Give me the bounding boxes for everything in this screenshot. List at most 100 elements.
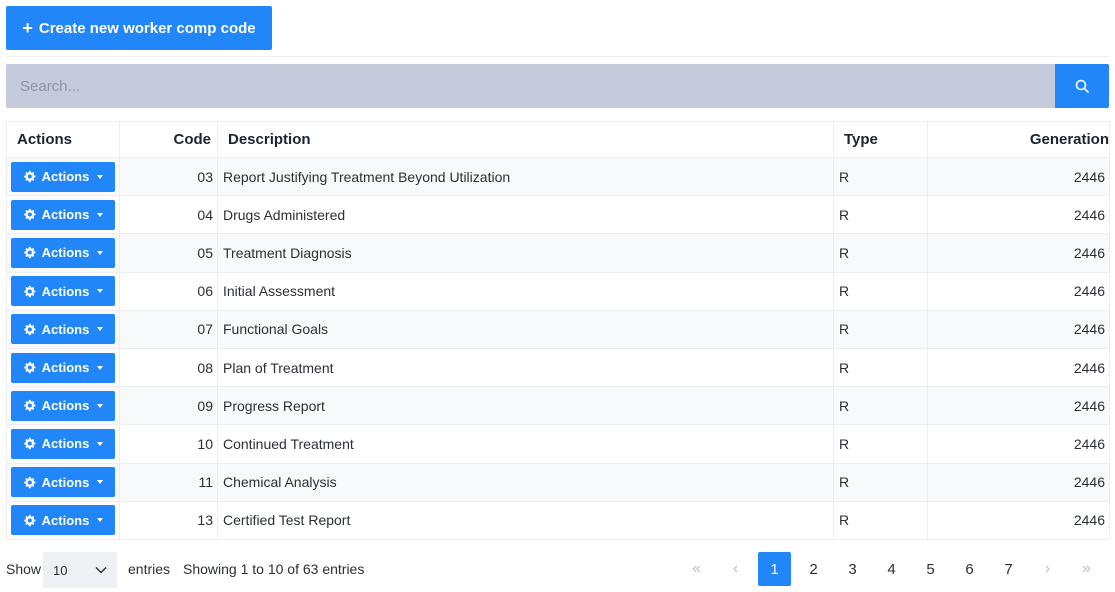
first-page-button[interactable]: « [680,552,713,586]
table-row: Actions 04 Drugs Administered R 2446 [6,195,1110,235]
code-cell: 10 [119,424,218,464]
chevron-down-icon [95,566,107,574]
gear-icon [23,285,36,297]
row-actions-label: Actions [41,512,90,528]
gear-icon [23,438,36,450]
gear-icon [23,361,36,374]
row-actions-button[interactable]: Actions [11,314,115,345]
generation-cell: 2446 [927,347,1110,388]
row-actions-button[interactable]: Actions [11,428,115,459]
create-button-label: Create new worker comp code [38,19,256,37]
gear-icon [23,170,36,183]
plus-icon: + [22,18,33,38]
description-cell: Report Justifying Treatment Beyond Utili… [217,156,834,197]
gear-icon [23,476,36,488]
gear-icon [23,400,36,412]
gear-icon [23,514,36,526]
table-row: Actions 06 Initial Assessment R 2446 [6,271,1110,311]
column-header-generation[interactable]: Generation [927,121,1110,158]
row-actions-button[interactable]: Actions [11,352,115,383]
code-cell: 04 [119,195,218,235]
page-button-2[interactable]: 2 [797,552,830,586]
code-cell: 07 [119,309,218,349]
row-actions-label: Actions [41,360,90,376]
column-header-type[interactable]: Type [833,121,928,158]
caret-down-icon [97,174,104,179]
row-actions-button[interactable]: Actions [11,467,115,498]
type-cell: R [833,462,928,502]
table-row: Actions 03 Report Justifying Treatment Bey… [6,156,1110,197]
entries-label: entries [128,561,171,577]
page-button-7[interactable]: 7 [992,552,1025,586]
show-label: Show [6,561,42,577]
table-header-row: Actions Code Description Type Generation [6,121,1110,158]
description-cell: Plan of Treatment [217,347,834,388]
column-header-actions[interactable]: Actions [6,121,120,158]
description-cell: Certified Test Report [217,500,834,540]
description-cell: Continued Treatment [217,424,834,464]
page-button-3[interactable]: 3 [836,552,869,586]
page-button-1[interactable]: 1 [758,552,791,586]
description-cell: Treatment Diagnosis [217,233,834,273]
table-row: Actions 09 Progress Report R 2446 [6,386,1110,426]
actions-cell: Actions [6,462,120,502]
generation-cell: 2446 [927,195,1110,235]
type-cell: R [833,156,928,197]
description-cell: Chemical Analysis [217,462,834,502]
row-actions-button[interactable]: Actions [11,390,115,421]
prev-page-button[interactable]: ‹ [719,552,752,586]
description-cell: Initial Assessment [217,271,834,311]
type-cell: R [833,195,928,235]
row-actions-label: Actions [41,169,90,185]
create-worker-comp-code-button[interactable]: + Create new worker comp code [6,6,272,50]
search-button[interactable] [1055,64,1109,108]
generation-cell: 2446 [927,500,1110,540]
gear-icon [23,323,36,336]
generation-cell: 2446 [927,233,1110,273]
column-header-description[interactable]: Description [217,121,834,158]
row-actions-label: Actions [41,436,90,452]
table-row: Actions 05 Treatment Diagnosis R 2446 [6,233,1110,273]
page-button-5[interactable]: 5 [914,552,947,586]
row-actions-button[interactable]: Actions [11,199,115,230]
generation-cell: 2446 [927,309,1110,349]
worker-comp-panel: + Create new worker comp code Actions Co… [0,0,1115,592]
page-button-4[interactable]: 4 [875,552,908,586]
row-actions-button[interactable]: Actions [11,237,115,268]
table-row: Actions 07 Functional Goals R 2446 [6,309,1110,349]
page-length-select[interactable]: 10 [43,552,117,588]
caret-down-icon [97,403,104,408]
caret-down-icon [97,365,104,370]
caret-down-icon [97,250,104,255]
caret-down-icon [97,441,104,446]
worker-comp-table: Actions Code Description Type Generation… [6,121,1110,540]
type-cell: R [833,233,928,273]
code-cell: 05 [119,233,218,273]
table-row: Actions 10 Continued Treatment R 2446 [6,424,1110,464]
row-actions-button[interactable]: Actions [11,505,115,536]
actions-cell: Actions [6,500,120,540]
last-page-button[interactable]: » [1070,552,1103,586]
row-actions-label: Actions [41,245,90,261]
actions-cell: Actions [6,233,120,273]
next-page-button[interactable]: › [1031,552,1064,586]
search-input[interactable] [6,64,1055,108]
caret-down-icon [97,289,104,294]
table-row: Actions 08 Plan of Treatment R 2446 [6,347,1110,388]
description-cell: Functional Goals [217,309,834,349]
divider [6,56,1109,57]
table-row: Actions 13 Certified Test Report R 2446 [6,500,1110,540]
caret-down-icon [97,480,104,485]
row-actions-label: Actions [41,207,90,223]
column-header-code[interactable]: Code [119,121,218,158]
row-actions-label: Actions [41,321,90,337]
page-button-6[interactable]: 6 [953,552,986,586]
page-number-list: 1234567 [758,552,1025,586]
row-actions-button[interactable]: Actions [11,161,115,192]
actions-cell: Actions [6,347,120,388]
description-cell: Progress Report [217,386,834,426]
row-actions-button[interactable]: Actions [11,276,115,307]
actions-cell: Actions [6,271,120,311]
type-cell: R [833,500,928,540]
page-length-value: 10 [53,562,68,578]
